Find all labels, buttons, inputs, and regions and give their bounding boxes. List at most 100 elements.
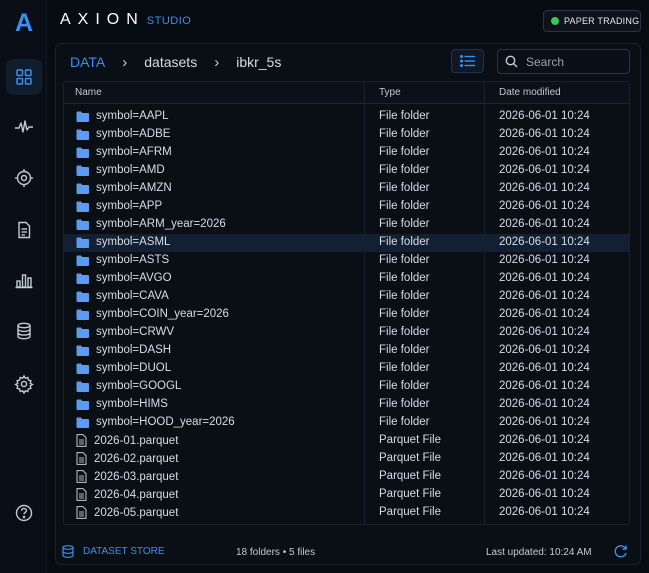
item-type: Parquet File	[379, 470, 442, 482]
column-header-date[interactable]: Date modified	[499, 87, 561, 98]
folder-row[interactable]: symbol=CRWV File folder 2026-06-01 10:24	[64, 324, 629, 342]
folder-row[interactable]: symbol=HOOD_year=2026 File folder 2026-06-…	[64, 414, 629, 432]
item-name: symbol=DASH	[96, 344, 172, 356]
folder-row[interactable]: symbol=ADBE File folder 2026-06-01 10:24	[64, 126, 629, 144]
search-input[interactable]	[526, 54, 616, 69]
paper-trading-badge[interactable]: PAPER TRADING	[543, 10, 641, 32]
item-date-modified: 2026-06-01 10:24	[499, 182, 590, 194]
folder-icon	[76, 255, 89, 266]
name-cell: symbol=ASML	[76, 236, 170, 248]
folder-row[interactable]: symbol=HIMS File folder 2026-06-01 10:24	[64, 396, 629, 414]
folder-row[interactable]: symbol=COIN_year=2026 File folder 2026-06-…	[64, 306, 629, 324]
breadcrumb: DATA › datasets › ibkr_5s	[70, 52, 281, 72]
database-icon	[62, 545, 74, 558]
file-row[interactable]: 2026-01.parquet Parquet File 2026-06-01 10…	[64, 432, 629, 450]
sidebar-item-help[interactable]	[6, 495, 42, 531]
name-cell: symbol=GOOGL	[76, 380, 181, 392]
footer: DATASET STORE 18 folders • 5 files Last …	[55, 539, 641, 565]
list-view-button[interactable]	[451, 49, 484, 73]
item-date-modified: 2026-06-01 10:24	[499, 128, 590, 140]
item-type: File folder	[379, 146, 430, 158]
item-type: File folder	[379, 272, 430, 284]
folder-icon	[76, 291, 89, 302]
item-type: Parquet File	[379, 452, 442, 464]
folder-row[interactable]: symbol=ASTS File folder 2026-06-01 10:24	[64, 252, 629, 270]
name-cell: symbol=APP	[76, 200, 162, 212]
refresh-icon[interactable]	[613, 544, 628, 559]
file-row[interactable]: 2026-03.parquet Parquet File 2026-06-01 10…	[64, 468, 629, 486]
breadcrumb-separator-icon: ›	[214, 53, 220, 71]
document-icon	[18, 221, 31, 239]
sidebar-item-analytics[interactable]	[6, 262, 42, 298]
sidebar-item-activity[interactable]	[6, 109, 42, 145]
folder-icon	[76, 381, 89, 392]
item-type: File folder	[379, 380, 430, 392]
item-date-modified: 2026-06-01 10:24	[499, 146, 590, 158]
file-row[interactable]: 2026-02.parquet Parquet File 2026-06-01 10…	[64, 450, 629, 468]
folder-icon	[76, 201, 89, 212]
item-name: symbol=ASTS	[96, 254, 170, 266]
file-row[interactable]: 2026-04.parquet Parquet File 2026-06-01 10…	[64, 486, 629, 504]
column-header-type[interactable]: Type	[379, 87, 401, 98]
search-icon	[505, 55, 518, 68]
help-icon	[15, 504, 33, 522]
folder-icon	[76, 417, 89, 428]
item-type: File folder	[379, 290, 430, 302]
sidebar-item-targets[interactable]	[6, 160, 42, 196]
item-name: symbol=AAPL	[96, 110, 169, 122]
folder-row[interactable]: symbol=ASML File folder 2026-06-01 10:24	[64, 234, 629, 252]
sidebar-item-data[interactable]	[6, 313, 42, 349]
folder-row[interactable]: symbol=CAVA File folder 2026-06-01 10:24	[64, 288, 629, 306]
name-cell: symbol=AMD	[76, 164, 165, 176]
name-cell: symbol=DUOL	[76, 362, 171, 374]
item-type: File folder	[379, 326, 430, 338]
folder-row[interactable]: symbol=AMZN File folder 2026-06-01 10:24	[64, 180, 629, 198]
folder-icon	[76, 111, 89, 122]
item-name: symbol=AVGO	[96, 272, 172, 284]
item-date-modified: 2026-06-01 10:24	[499, 200, 590, 212]
folder-row[interactable]: symbol=GOOGL File folder 2026-06-01 10:24	[64, 378, 629, 396]
item-name: symbol=AFRM	[96, 146, 172, 158]
folder-icon	[76, 165, 89, 176]
item-name: symbol=GOOGL	[96, 380, 182, 392]
name-cell: symbol=ARM_year=2026	[76, 218, 226, 230]
column-header-name[interactable]: Name	[75, 87, 102, 98]
sidebar-item-settings[interactable]	[6, 366, 42, 402]
folder-row[interactable]: symbol=AFRM File folder 2026-06-01 10:24	[64, 144, 629, 162]
file-row[interactable]: 2026-05.parquet Parquet File 2026-06-01 10…	[64, 504, 629, 522]
item-date-modified: 2026-06-01 10:24	[499, 110, 590, 122]
item-name: 2026-02.parquet	[94, 452, 179, 465]
search-box[interactable]	[497, 49, 630, 74]
item-date-modified: 2026-06-01 10:24	[499, 290, 590, 302]
name-cell: 2026-05.parquet	[76, 506, 178, 519]
item-date-modified: 2026-06-01 10:24	[499, 236, 590, 248]
breadcrumb-item-current[interactable]: ibkr_5s	[236, 54, 281, 70]
folder-row[interactable]: symbol=ARM_year=2026 File folder 2026-06-0…	[64, 216, 629, 234]
folder-row[interactable]: symbol=AAPL File folder 2026-06-01 10:24	[64, 108, 629, 126]
folder-row[interactable]: symbol=DASH File folder 2026-06-01 10:24	[64, 342, 629, 360]
app-logo[interactable]: A	[12, 9, 36, 37]
item-type: Parquet File	[379, 434, 442, 446]
folder-row[interactable]: symbol=AVGO File folder 2026-06-01 10:24	[64, 270, 629, 288]
item-date-modified: 2026-06-01 10:24	[499, 218, 590, 230]
breadcrumb-item-datasets[interactable]: datasets	[144, 54, 197, 70]
item-date-modified: 2026-06-01 10:24	[499, 434, 590, 446]
folder-row[interactable]: symbol=APP File folder 2026-06-01 10:24	[64, 198, 629, 216]
bar-chart-icon	[15, 274, 33, 289]
dataset-store-link[interactable]: DATASET STORE	[62, 545, 165, 558]
folder-row[interactable]: symbol=AMD File folder 2026-06-01 10:24	[64, 162, 629, 180]
item-type: File folder	[379, 128, 430, 140]
item-name: symbol=AMZN	[96, 182, 172, 194]
item-date-modified: 2026-06-01 10:24	[499, 344, 590, 356]
sidebar-item-dashboard[interactable]	[6, 59, 42, 95]
item-date-modified: 2026-06-01 10:24	[499, 326, 590, 338]
folder-row[interactable]: symbol=DUOL File folder 2026-06-01 10:24	[64, 360, 629, 378]
item-type: File folder	[379, 398, 430, 410]
folder-icon	[76, 273, 89, 284]
breadcrumb-root[interactable]: DATA	[70, 54, 105, 70]
item-date-modified: 2026-06-01 10:24	[499, 164, 590, 176]
item-type: File folder	[379, 254, 430, 266]
item-name: symbol=ADBE	[96, 128, 171, 140]
sidebar-item-reports[interactable]	[6, 212, 42, 248]
gear-icon	[14, 374, 34, 394]
